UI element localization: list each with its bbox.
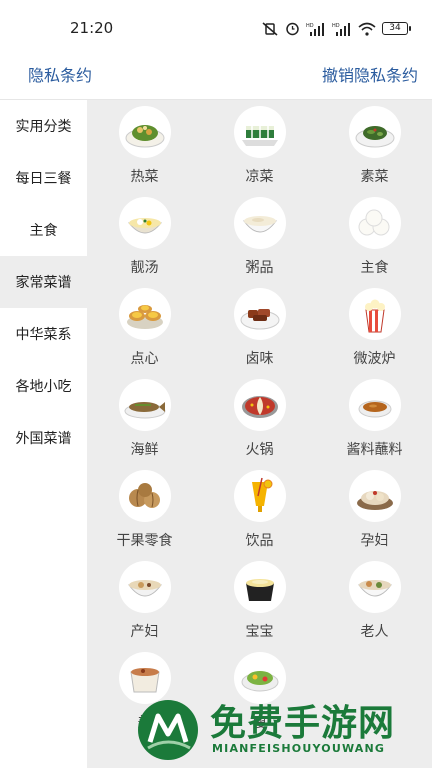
cold-dish-icon (233, 106, 286, 158)
category-label: 海鲜 (130, 442, 159, 458)
steamed-bun-icon (348, 197, 401, 249)
category-label: 孕妇 (360, 533, 389, 549)
top-nav: 隐私条约 撤销隐私条约 (0, 56, 432, 100)
wifi-icon (358, 22, 376, 36)
vibrate-off-icon (262, 21, 278, 36)
category-grid-panel: 热菜 凉菜 素菜 靓汤 粥品 主食 点心 卤味 微波炉 海鲜 火锅 酱料蘸料 干… (87, 100, 432, 768)
category-label: 点心 (130, 351, 159, 367)
category-label: 凉菜 (245, 169, 274, 185)
popcorn-icon (348, 288, 401, 340)
privacy-policy-link[interactable]: 隐私条约 (28, 62, 92, 86)
egg-tart-icon (118, 288, 171, 340)
soup-icon (118, 197, 171, 249)
braised-meat-icon (233, 288, 286, 340)
svg-text:HD: HD (332, 23, 340, 29)
category-label: 素菜 (360, 169, 389, 185)
watermark-subtitle: MIANFEISHOUYOUWANG (212, 742, 386, 755)
sidebar-item-staple[interactable]: 主食 (0, 204, 87, 256)
category-item[interactable]: 主食 (317, 191, 432, 282)
vegetable-dish-icon (348, 106, 401, 158)
category-label: 火锅 (245, 442, 274, 458)
category-label: 老人 (360, 624, 389, 640)
porridge-icon (233, 197, 286, 249)
sidebar-item-local-snacks[interactable]: 各地小吃 (0, 360, 87, 412)
watermark: 免费手游网 MIANFEISHOUYOUWANG (134, 690, 432, 768)
fish-icon (118, 379, 171, 431)
category-grid: 热菜 凉菜 素菜 靓汤 粥品 主食 点心 卤味 微波炉 海鲜 火锅 酱料蘸料 干… (87, 100, 432, 737)
category-item[interactable]: 火锅 (202, 373, 317, 464)
revoke-privacy-link[interactable]: 撤销隐私条约 (322, 62, 418, 86)
category-sidebar: 实用分类 每日三餐 主食 家常菜谱 中华菜系 各地小吃 外国菜谱 (0, 100, 87, 768)
signal-hd-icon: HD (306, 22, 324, 36)
category-item[interactable]: 凉菜 (202, 100, 317, 191)
category-label: 宝宝 (245, 624, 274, 640)
walnut-icon (118, 470, 171, 522)
signal-hd-icon-2: HD (332, 22, 350, 36)
drink-icon (233, 470, 286, 522)
alarm-icon (286, 22, 299, 36)
category-item[interactable]: 干果零食 (87, 464, 202, 555)
battery-icon: 34 (382, 22, 411, 35)
baby-food-icon (233, 561, 286, 613)
category-item[interactable]: 饮品 (202, 464, 317, 555)
category-item[interactable]: 宝宝 (202, 555, 317, 646)
category-item[interactable]: 热菜 (87, 100, 202, 191)
category-item[interactable]: 粥品 (202, 191, 317, 282)
hotpot-icon (233, 379, 286, 431)
status-time: 21:20 (70, 19, 114, 37)
status-bar: 21:20 HD HD 34 (0, 0, 432, 56)
category-item[interactable]: 靓汤 (87, 191, 202, 282)
sidebar-item-practical[interactable]: 实用分类 (0, 100, 87, 152)
watermark-logo-icon (138, 700, 198, 760)
category-label: 粥品 (245, 260, 274, 276)
sidebar-item-foreign-recipes[interactable]: 外国菜谱 (0, 412, 87, 464)
sidebar-item-daily-meals[interactable]: 每日三餐 (0, 152, 87, 204)
category-label: 饮品 (245, 533, 274, 549)
category-item[interactable]: 酱料蘸料 (317, 373, 432, 464)
svg-text:HD: HD (306, 23, 314, 29)
category-label: 卤味 (245, 351, 274, 367)
category-item[interactable]: 点心 (87, 282, 202, 373)
sidebar-item-chinese-cuisine[interactable]: 中华菜系 (0, 308, 87, 360)
pregnant-meal-icon (348, 470, 401, 522)
postpartum-soup-icon (118, 561, 171, 613)
sidebar-item-home-cooking[interactable]: 家常菜谱 (0, 256, 87, 308)
category-label: 主食 (360, 260, 389, 276)
category-label: 酱料蘸料 (346, 442, 403, 458)
category-label: 干果零食 (116, 533, 173, 549)
category-item[interactable]: 孕妇 (317, 464, 432, 555)
category-item[interactable]: 产妇 (87, 555, 202, 646)
category-item[interactable]: 老人 (317, 555, 432, 646)
category-item[interactable]: 卤味 (202, 282, 317, 373)
elderly-meal-icon (348, 561, 401, 613)
category-label: 靓汤 (130, 260, 159, 276)
category-item[interactable]: 微波炉 (317, 282, 432, 373)
sauce-icon (348, 379, 401, 431)
status-icons: HD HD 34 (261, 21, 411, 36)
category-label: 热菜 (130, 169, 159, 185)
category-item[interactable]: 素菜 (317, 100, 432, 191)
hot-dish-icon (118, 106, 171, 158)
category-item[interactable]: 海鲜 (87, 373, 202, 464)
watermark-title: 免费手游网 (210, 703, 396, 744)
category-label: 微波炉 (353, 351, 396, 367)
category-label: 产妇 (130, 624, 159, 640)
